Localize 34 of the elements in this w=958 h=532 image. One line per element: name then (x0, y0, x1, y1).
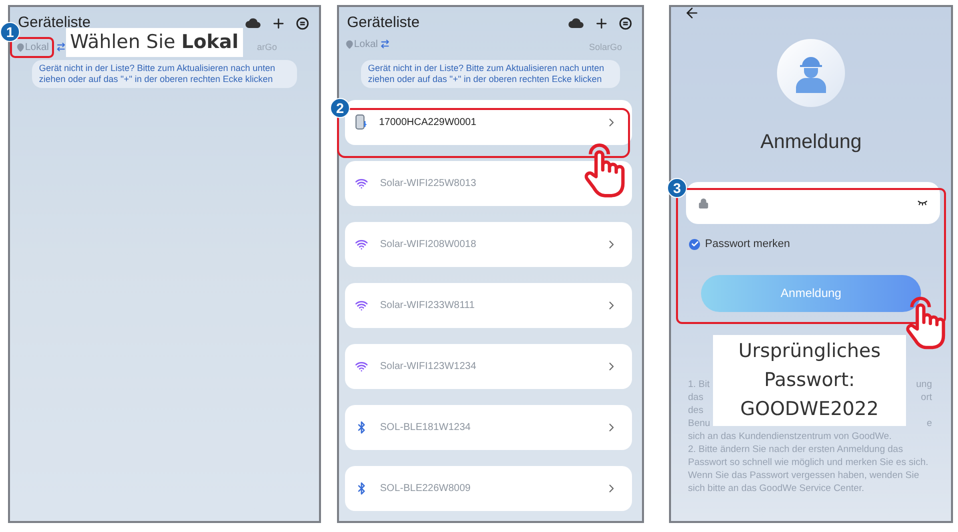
device-row[interactable]: Solar-WIFI208W0018 (345, 222, 632, 266)
screen-title: Anmeldung (760, 130, 862, 155)
note-text: ung (916, 378, 932, 390)
device-name: Solar-WIFI123W1234 (380, 360, 478, 374)
note-text: sich an das Kundendienstzentrum von GoodWe. (688, 430, 893, 442)
note-text: 2. Bitte ändern Sie nach der ersten Anmeldung das Passwort so schnell wie möglich und merken Sie es sich. Wenn Sie das Passwort vergessen haben, wenden Sie sich bitte an das GoodWe Service Center. (688, 442, 930, 494)
note-text: des (688, 404, 704, 416)
device-row[interactable]: Solar-WIFI123W1234 (345, 344, 632, 388)
note-text: Benu (688, 416, 710, 430)
device-row[interactable]: Solar-WIFI225W8013 (345, 160, 632, 206)
step-number: 1 (0, 22, 20, 42)
hint-bubble: Gerät nicht in der Liste? Bitte zum Aktualisieren nach unten ziehen oder auf das "+" in der oberen rechten Ecke klicken (32, 60, 297, 88)
note-text: 1. Bit (688, 378, 710, 390)
checkbox-label: Passwort merken (705, 237, 790, 252)
note-text: e (926, 416, 932, 430)
device-row[interactable]: SOL-BLE226W8009 (345, 466, 632, 510)
device-row[interactable]: 17000HCA229W0001 (345, 100, 632, 144)
screen-title: Geräteliste (347, 13, 420, 33)
login-button[interactable]: Anmeldung (701, 274, 921, 312)
device-name: Solar-WIFI233W8111 (380, 298, 476, 312)
note-text: ort (920, 390, 932, 404)
device-name: Solar-WIFI208W0018 (380, 238, 478, 252)
device-name: SOL-BLE181W1234 (380, 420, 472, 434)
hint-bubble: Gerät nicht in der Liste? Bitte zum Aktualisieren nach unten ziehen oder auf das "+" in der oberen rechten Ecke klicken (361, 60, 620, 88)
device-row[interactable]: Solar-WIFI233W8111 (345, 282, 632, 328)
location-button[interactable]: Lokal (345, 36, 378, 52)
callout-label: Wählen Sie Lokal (66, 28, 243, 57)
device-row[interactable]: SOL-BLE181W1234 (345, 404, 632, 450)
note-text: das (688, 390, 704, 404)
callout-label: Ursprüngliches Passwort: GOODWE2022 (713, 335, 906, 426)
device-name: Solar-WIFI225W8013 (380, 176, 478, 190)
step-number: 2 (330, 98, 350, 118)
device-name: 17000HCA229W0001 (379, 116, 478, 130)
device-name: SOL-BLE226W8009 (380, 482, 472, 496)
